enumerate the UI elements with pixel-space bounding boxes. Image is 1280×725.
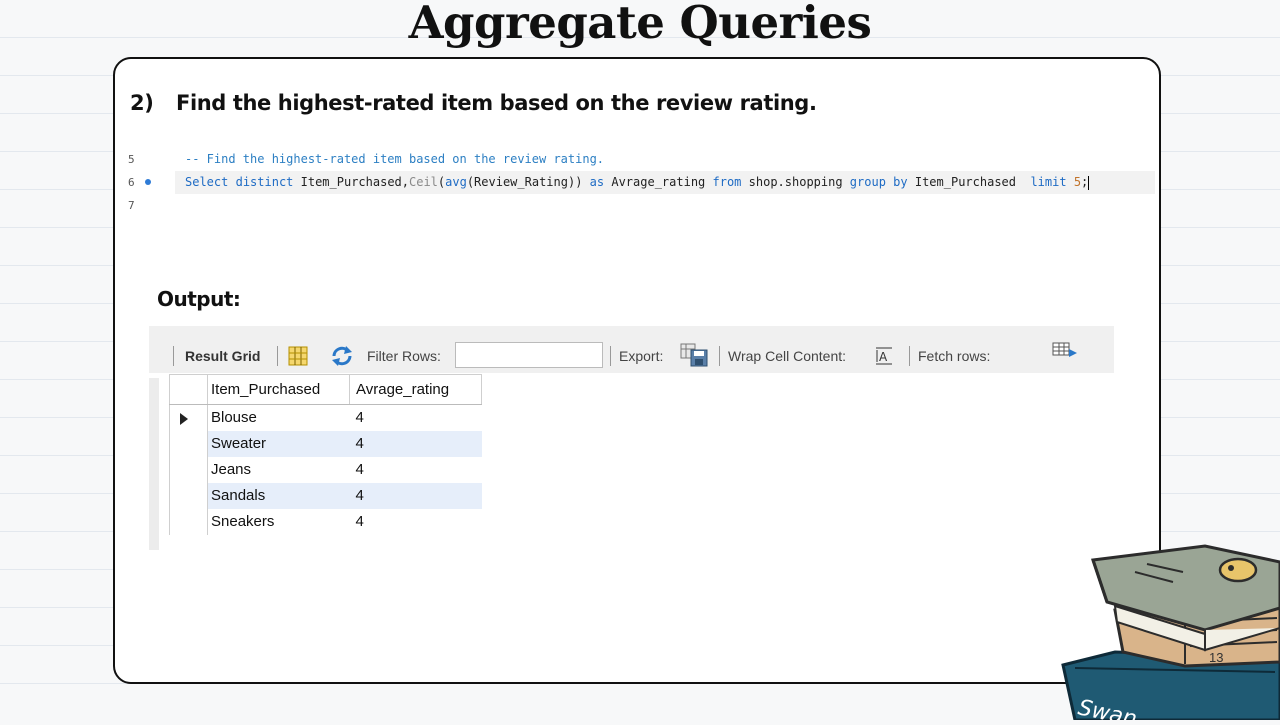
cell-avrage-rating[interactable]: 4: [349, 430, 482, 457]
sql-comment: -- Find the highest-rated item based on …: [185, 152, 605, 166]
code-line-5[interactable]: 5 -- Find the highest-rated item based o…: [120, 148, 1155, 171]
row-indicator: [169, 404, 208, 431]
filter-rows-label: Filter Rows:: [367, 348, 441, 364]
toolbar-separator: [909, 346, 910, 366]
execution-marker-icon: [145, 179, 151, 185]
line-number: 5: [128, 153, 135, 166]
result-grid-tab[interactable]: Result Grid: [185, 348, 260, 364]
svg-text:A: A: [879, 350, 888, 364]
cell-avrage-rating[interactable]: 4: [350, 509, 482, 535]
cell-item-purchased[interactable]: Sweater: [207, 430, 350, 457]
code-line-6[interactable]: 6 Select distinct Item_Purchased,Ceil(av…: [128, 171, 1155, 194]
refresh-icon[interactable]: [330, 345, 354, 372]
filter-rows-input[interactable]: [455, 342, 603, 368]
toolbar-separator: [277, 346, 278, 366]
output-label: Output:: [157, 287, 241, 311]
table-row[interactable]: Jeans 4: [169, 456, 482, 483]
column-header[interactable]: Avrage_rating: [349, 374, 482, 405]
cell-item-purchased[interactable]: Sneakers: [208, 509, 350, 535]
toolbar-separator: [719, 346, 720, 366]
sql-editor[interactable]: 5 -- Find the highest-rated item based o…: [120, 148, 1155, 217]
toolbar-separator: [610, 346, 611, 366]
result-grid: Item_Purchased Avrage_rating Blouse 4 Sw…: [169, 374, 482, 535]
sql-statement: Select distinct Item_Purchased,Ceil(avg(…: [185, 175, 1090, 190]
row-indicator-header: [169, 374, 208, 405]
wrap-text-icon[interactable]: A: [875, 346, 893, 371]
cell-item-purchased[interactable]: Sandals: [207, 482, 350, 509]
row-indicator: [169, 482, 208, 509]
cell-item-purchased[interactable]: Jeans: [208, 457, 350, 483]
page-number: 13: [1209, 650, 1224, 665]
question-heading: 2) Find the highest-rated item based on t…: [130, 91, 817, 115]
row-indicator: [169, 456, 208, 483]
fetch-rows-label: Fetch rows:: [918, 348, 991, 364]
line-number: 6: [128, 176, 135, 189]
table-row[interactable]: Blouse 4: [169, 404, 482, 431]
table-row[interactable]: Sneakers 4: [169, 508, 482, 535]
question-text: Find the highest-rated item based on the…: [176, 91, 817, 115]
fetch-rows-icon[interactable]: [1052, 342, 1078, 367]
form-editor-icon[interactable]: [288, 346, 308, 371]
row-indicator: [169, 430, 208, 457]
cell-avrage-rating[interactable]: 4: [350, 457, 482, 483]
result-panel: Result Grid Filter Rows: Export: Wrap Ce…: [149, 326, 1114, 551]
current-row-arrow-icon: [180, 413, 188, 425]
table-row[interactable]: Sandals 4: [169, 482, 482, 509]
text-cursor: [1088, 175, 1090, 190]
books-illustration: Swan: [1055, 540, 1280, 725]
cell-avrage-rating[interactable]: 4: [350, 405, 482, 431]
question-number: 2): [130, 91, 154, 115]
grid-left-strip: [149, 378, 159, 550]
slide-title: Aggregate Queries: [408, 0, 872, 49]
export-label: Export:: [619, 348, 664, 364]
cell-item-purchased[interactable]: Blouse: [208, 405, 350, 431]
export-icon[interactable]: [680, 342, 710, 373]
toolbar-separator: [173, 346, 174, 366]
line-number: 7: [128, 199, 135, 212]
result-toolbar: Result Grid Filter Rows: Export: Wrap Ce…: [149, 326, 1114, 373]
column-header[interactable]: Item_Purchased: [207, 374, 350, 405]
grid-header-row: Item_Purchased Avrage_rating: [169, 374, 482, 405]
row-indicator: [169, 508, 208, 535]
table-row[interactable]: Sweater 4: [169, 430, 482, 457]
code-line-7[interactable]: 7: [120, 194, 1155, 217]
wrap-cell-content-label: Wrap Cell Content:: [728, 348, 847, 364]
cell-avrage-rating[interactable]: 4: [349, 482, 482, 509]
